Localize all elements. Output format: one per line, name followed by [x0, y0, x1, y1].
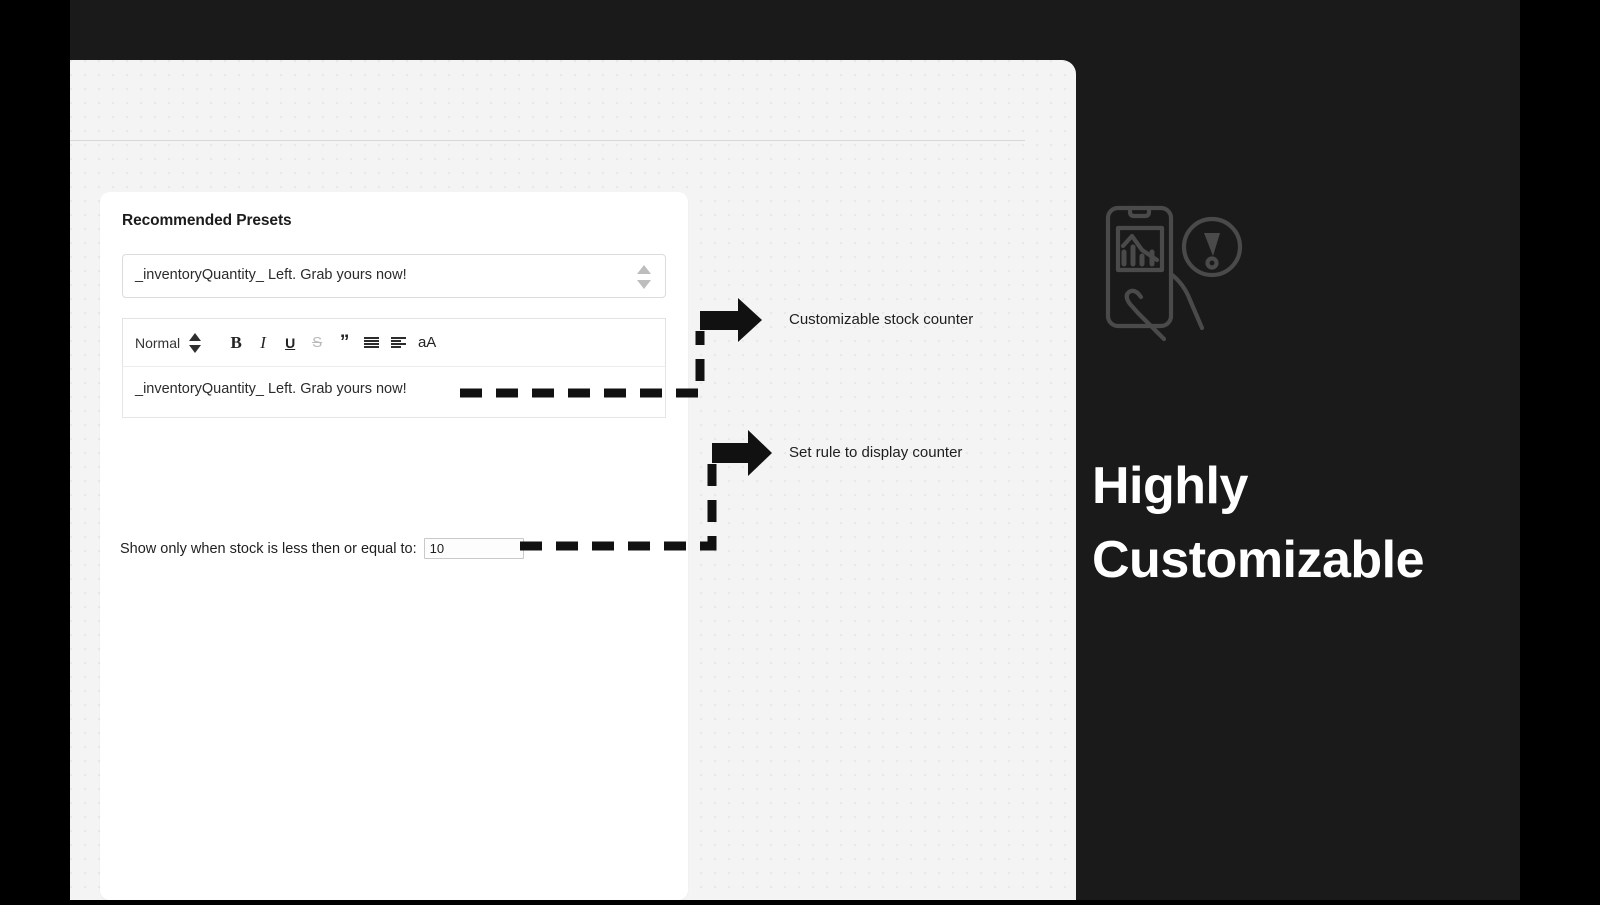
list-button[interactable]	[359, 330, 383, 356]
feature-panel: Highly Customizable	[1076, 0, 1520, 900]
app-window: Recommended Presets _inventoryQuantity_ …	[70, 60, 1076, 900]
preset-select[interactable]: _inventoryQuantity_ Left. Grab yours now…	[122, 254, 666, 298]
list-icon	[363, 336, 379, 349]
preset-select-value: _inventoryQuantity_ Left. Grab yours now…	[135, 267, 407, 283]
blockquote-button[interactable]: ”	[332, 330, 356, 356]
align-button[interactable]	[386, 330, 410, 356]
align-icon	[390, 336, 406, 349]
format-dropdown[interactable]: Normal	[135, 332, 202, 353]
italic-button[interactable]: I	[251, 330, 275, 356]
stock-rule-row: Show only when stock is less then or equ…	[120, 538, 524, 559]
underline-button[interactable]: U	[278, 330, 302, 356]
screen-root: Recommended Presets _inventoryQuantity_ …	[0, 0, 1600, 900]
stock-rule-label: Show only when stock is less then or equ…	[120, 540, 417, 557]
strikethrough-button[interactable]: S	[305, 330, 329, 356]
header-divider	[70, 140, 1025, 141]
format-dropdown-label: Normal	[135, 334, 181, 351]
editor-body-text: _inventoryQuantity_ Left. Grab yours now…	[135, 381, 407, 397]
editor-body[interactable]: _inventoryQuantity_ Left. Grab yours now…	[122, 367, 666, 418]
page-title: Recommended Presets	[122, 212, 292, 229]
bold-button[interactable]: B	[224, 330, 248, 356]
up-down-stepper-icon[interactable]	[637, 265, 651, 289]
stock-threshold-input[interactable]	[423, 538, 524, 559]
feature-title: Highly Customizable	[1092, 450, 1492, 598]
rich-text-editor: Normal B I U S ” aA _inventoryQuantity_ …	[122, 318, 666, 418]
up-down-stepper-icon[interactable]	[189, 332, 202, 353]
editor-toolbar: Normal B I U S ” aA	[122, 318, 666, 367]
settings-card: Recommended Presets _inventoryQuantity_ …	[100, 192, 688, 900]
feature-title-line-1: Highly	[1092, 457, 1248, 515]
phone-chart-alert-icon	[1094, 200, 1264, 360]
feature-title-line-2: Customizable	[1092, 530, 1425, 589]
font-size-button[interactable]: aA	[413, 330, 441, 356]
